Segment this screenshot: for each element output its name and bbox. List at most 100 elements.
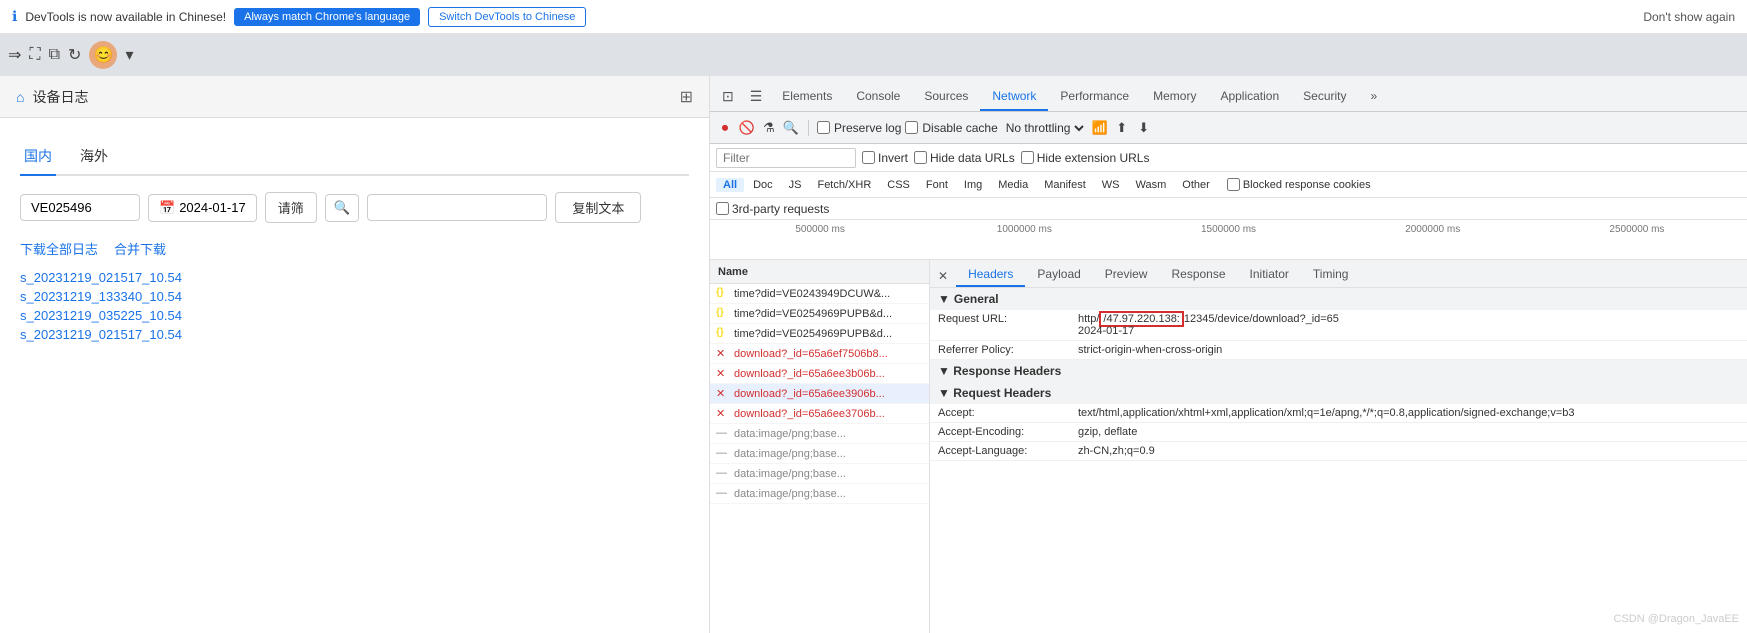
type-btn-img[interactable]: Img [957,178,989,192]
device-icon[interactable]: ⧉ [49,46,60,64]
type-btn-js[interactable]: JS [782,178,809,192]
table-row[interactable]: {} time?did=VE0243949DCUW&... [710,284,929,304]
watermark: CSDN @Dragon_JavaEE [1614,613,1740,625]
download-icon[interactable]: ⬇ [1135,119,1153,137]
filter-button[interactable]: 请筛 [265,192,317,223]
refresh-icon[interactable]: ↻ [68,45,81,65]
tab-security[interactable]: Security [1291,83,1358,111]
type-btn-all[interactable]: All [716,178,744,192]
table-row[interactable]: ✕ download?_id=65a6ee3706b... [710,404,929,424]
error-icon: ✕ [716,347,730,361]
table-row[interactable]: ✕ download?_id=65a6ef7506b8... [710,344,929,364]
table-row[interactable]: ✕ download?_id=65a6ee3906b... [710,384,929,404]
info-icon: ℹ [12,8,17,25]
type-btn-wasm[interactable]: Wasm [1129,178,1174,192]
type-btn-ws[interactable]: WS [1095,178,1127,192]
type-btn-manifest[interactable]: Manifest [1037,178,1093,192]
tab-application[interactable]: Application [1208,83,1291,111]
general-section-header[interactable]: ▼ General [930,288,1747,310]
disable-cache-checkbox[interactable]: Disable cache [905,121,997,135]
accept-encoding-value: gzip, deflate [1078,426,1739,438]
search-button[interactable]: 🔍 [325,194,360,222]
tab-preview[interactable]: Preview [1093,263,1160,287]
expand-icon[interactable]: ⛶ [29,46,40,64]
response-headers-section[interactable]: ▼ Response Headers [930,360,1747,382]
list-item[interactable]: s_20231219_021517_10.54 [20,270,689,285]
accept-label: Accept: [938,407,1078,419]
type-btn-css[interactable]: CSS [880,178,917,192]
record-icon[interactable]: ⏺ [716,119,734,137]
tab-overseas[interactable]: 海外 [76,138,112,174]
request-name: time?did=VE0243949DCUW&... [734,288,890,300]
text-input[interactable] [367,194,547,221]
data-icon: — [716,487,730,501]
tab-sources[interactable]: Sources [912,83,980,111]
tab-more[interactable]: » [1359,83,1390,111]
tab-timing[interactable]: Timing [1301,263,1361,287]
devtools-icon-2[interactable]: ☰ [742,82,771,111]
hide-data-urls-checkbox[interactable]: Hide data URLs [914,151,1015,165]
blocked-cookies-checkbox[interactable]: Blocked response cookies [1227,178,1371,191]
tab-elements[interactable]: Elements [770,83,844,111]
date-input[interactable]: 📅 2024-01-17 [148,194,257,222]
table-row[interactable]: — data:image/png;base... [710,484,929,504]
throttle-select[interactable]: No throttling [1002,120,1087,136]
list-item[interactable]: s_20231219_133340_10.54 [20,289,689,304]
avatar[interactable]: 😊 [89,41,117,69]
third-party-checkbox[interactable]: 3rd-party requests [716,202,829,216]
error-icon: ✕ [716,387,730,401]
switch-devtools-button[interactable]: Switch DevTools to Chinese [428,7,586,27]
dont-show-link[interactable]: Don't show again [1643,10,1735,24]
general-label: General [954,292,999,306]
table-row[interactable]: ✕ download?_id=65a6ee3b06b... [710,364,929,384]
tab-console[interactable]: Console [844,83,912,111]
download-all-link[interactable]: 下载全部日志 [20,239,98,258]
disable-cache-input[interactable] [905,121,918,134]
table-row[interactable]: — data:image/png;base... [710,444,929,464]
merge-download-link[interactable]: 合并下载 [114,239,166,258]
copy-button[interactable]: 复制文本 [555,192,641,223]
type-btn-fetch[interactable]: Fetch/XHR [810,178,878,192]
type-btn-doc[interactable]: Doc [746,178,780,192]
table-row[interactable]: — data:image/png;base... [710,464,929,484]
grid-icon[interactable]: ⊞ [680,87,693,107]
list-item[interactable]: s_20231219_035225_10.54 [20,308,689,323]
network-content: Name {} time?did=VE0243949DCUW&... {} ti… [710,260,1747,633]
table-row[interactable]: {} time?did=VE0254969PUPB&d... [710,304,929,324]
clear-icon[interactable]: 🚫 [738,119,756,137]
network-filter-input[interactable] [716,148,856,168]
list-item[interactable]: s_20231219_021517_10.54 [20,327,689,342]
preserve-log-checkbox[interactable]: Preserve log [817,121,901,135]
search-icon[interactable]: 🔍 [782,119,800,137]
type-btn-media[interactable]: Media [991,178,1035,192]
filter-icon[interactable]: ⚗ [760,119,778,137]
request-headers-section[interactable]: ▼ Request Headers [930,382,1747,404]
close-button[interactable]: ✕ [930,265,956,287]
hide-ext-urls-checkbox[interactable]: Hide extension URLs [1021,151,1150,165]
third-party-bar: 3rd-party requests [710,198,1747,220]
tab-response[interactable]: Response [1159,263,1237,287]
chevron-down-icon[interactable]: ▾ [125,45,133,65]
tab-payload[interactable]: Payload [1025,263,1092,287]
device-id-input[interactable] [20,194,140,221]
match-language-button[interactable]: Always match Chrome's language [234,8,420,26]
preserve-log-input[interactable] [817,121,830,134]
request-url-value: http//47.97.220.138:12345/device/downloa… [1078,313,1739,337]
request-name: data:image/png;base... [734,488,846,500]
invert-checkbox[interactable]: Invert [862,151,908,165]
devtools-icon-1[interactable]: ⊡ [714,82,742,111]
type-btn-font[interactable]: Font [919,178,955,192]
tab-headers[interactable]: Headers [956,263,1025,287]
upload-icon[interactable]: ⬆ [1113,119,1131,137]
tab-initiator[interactable]: Initiator [1238,263,1301,287]
request-url-row: Request URL: http//47.97.220.138:12345/d… [930,310,1747,341]
tab-performance[interactable]: Performance [1048,83,1141,111]
tab-memory[interactable]: Memory [1141,83,1208,111]
table-row[interactable]: — data:image/png;base... [710,424,929,444]
wifi-icon[interactable]: 📶 [1091,119,1109,137]
nav-icon[interactable]: ⇒ [8,45,21,65]
type-btn-other[interactable]: Other [1175,178,1217,192]
tab-network[interactable]: Network [980,83,1048,111]
tab-domestic[interactable]: 国内 [20,138,56,176]
table-row[interactable]: {} time?did=VE0254969PUPB&d... [710,324,929,344]
